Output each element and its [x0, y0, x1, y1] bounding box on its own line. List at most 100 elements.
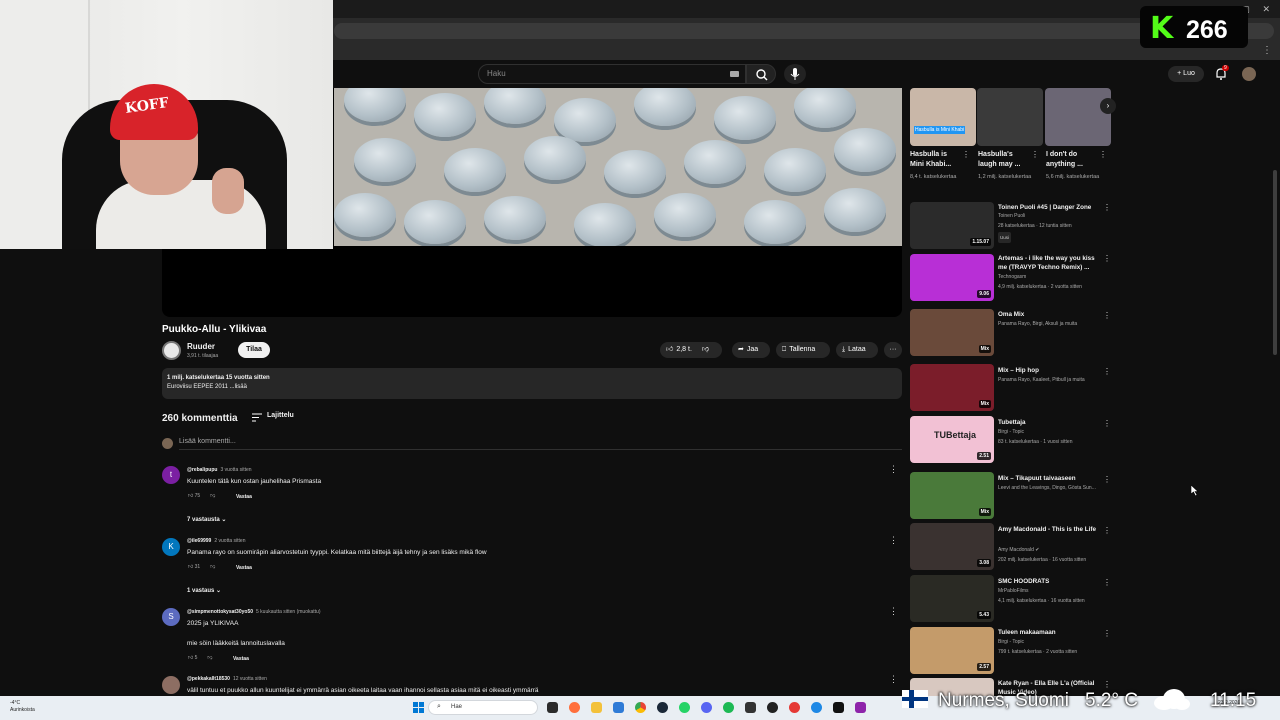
recommendation-channel[interactable]: Panama Rayo, Kaaleet, Pitbull ja muita: [998, 376, 1110, 385]
recommendation-thumbnail[interactable]: 2.57: [910, 627, 994, 674]
comment-handle[interactable]: @pekkakallt18530: [187, 676, 230, 682]
thumbs-down-icon[interactable]: 👎︎: [207, 655, 212, 661]
search-button[interactable]: [746, 64, 776, 84]
page-scrollbar[interactable]: [1273, 170, 1277, 355]
sort-icon[interactable]: [252, 413, 262, 422]
subscribe-button[interactable]: Tilaa: [238, 342, 270, 358]
whatsapp-icon[interactable]: [679, 702, 690, 713]
recommendation-menu-icon[interactable]: ⋮: [1103, 475, 1111, 484]
taskbar-search[interactable]: [428, 700, 538, 715]
steam-icon[interactable]: [657, 702, 668, 713]
recommendation-menu-icon[interactable]: ⋮: [1103, 311, 1111, 320]
mail-icon[interactable]: [613, 702, 624, 713]
recommendation-channel[interactable]: Birgi - Topic: [998, 638, 1110, 647]
channel-avatar[interactable]: [162, 341, 181, 360]
app-icon[interactable]: [767, 702, 778, 713]
short-menu-icon[interactable]: ⋮: [962, 150, 970, 159]
recommendation-title[interactable]: SMC HOODRATS: [998, 577, 1102, 586]
comment-avatar[interactable]: S: [162, 608, 180, 626]
comment-avatar[interactable]: t: [162, 466, 180, 484]
comment-author[interactable]: @ile69999 2 vuotta sitten: [187, 538, 245, 544]
comment-author[interactable]: @rebalipupu 3 vuotta sitten: [187, 467, 252, 473]
thumbs-down-icon[interactable]: 👎︎: [702, 342, 709, 358]
comment-author[interactable]: @simpmenottokysat30yo50 5 kuukautta sitte…: [187, 609, 321, 615]
recommendation-channel[interactable]: MrPabloFilms: [998, 587, 1110, 596]
comment-menu-icon[interactable]: ⋮: [889, 464, 898, 475]
description-text[interactable]: Euroviisu EEPEE 2011 ...lisää: [167, 384, 247, 390]
recommendation-channel[interactable]: Toinen Puoli: [998, 212, 1110, 221]
shorts-next-button[interactable]: ›: [1100, 98, 1116, 114]
comment-avatar[interactable]: [162, 676, 180, 694]
app-icon[interactable]: [833, 702, 844, 713]
short-thumbnail[interactable]: [1045, 88, 1111, 146]
recommendation-menu-icon[interactable]: ⋮: [1103, 629, 1111, 638]
create-button[interactable]: + Luo: [1168, 66, 1204, 82]
thumbs-up-icon[interactable]: 👍︎: [188, 655, 195, 661]
recommendation-title[interactable]: Toinen Puoli #45 | Danger Zone: [998, 203, 1102, 212]
close-window-button[interactable]: ✕: [1262, 4, 1270, 14]
keyboard-icon[interactable]: [730, 71, 739, 77]
spotify-icon[interactable]: [723, 702, 734, 713]
recommendation-thumbnail[interactable]: Mix: [910, 364, 994, 411]
comment-author[interactable]: @pekkakallt18530 12 vuotta sitten: [187, 676, 267, 682]
recommendation-menu-icon[interactable]: ⋮: [1103, 419, 1111, 428]
app-icon[interactable]: [569, 702, 580, 713]
thumbs-down-icon[interactable]: 👎︎: [210, 564, 215, 570]
recommendation-channel[interactable]: Technogasm: [998, 273, 1110, 282]
recommendation-thumbnail[interactable]: Mix: [910, 472, 994, 519]
recommendation-thumbnail[interactable]: 9.06: [910, 254, 994, 301]
recommendation-thumbnail[interactable]: Mix: [910, 309, 994, 356]
recommendation-menu-icon[interactable]: ⋮: [1103, 254, 1111, 263]
recommendation-channel[interactable]: Leevi and the Leavings, Dingo, Gösta Sun…: [998, 484, 1110, 493]
recommendation-thumbnail[interactable]: TUBettaja 2.51: [910, 416, 994, 463]
more-actions-button[interactable]: ···: [884, 342, 902, 358]
account-avatar[interactable]: [1242, 67, 1256, 81]
recommendation-title[interactable]: Mix – Hip hop: [998, 366, 1102, 375]
comment-menu-icon[interactable]: ⋮: [889, 674, 898, 685]
recommendation-thumbnail[interactable]: 5.43: [910, 575, 994, 622]
thumbs-up-icon[interactable]: 👍︎: [188, 564, 195, 570]
discord-icon[interactable]: [701, 702, 712, 713]
app-icon[interactable]: [855, 702, 866, 713]
add-comment-input[interactable]: Lisää kommentti...: [179, 438, 236, 445]
comment-menu-icon[interactable]: ⋮: [889, 535, 898, 546]
like-count[interactable]: 2,8 t.: [676, 346, 692, 353]
browser-menu-icon[interactable]: ⋮: [1262, 45, 1272, 56]
comment-handle[interactable]: @rebalipupu: [187, 467, 217, 473]
recommendation-menu-icon[interactable]: ⋮: [1103, 578, 1111, 587]
recommendation-title[interactable]: Tuleen makaamaan: [998, 628, 1102, 637]
short-title[interactable]: I don't do anything ...: [1046, 150, 1096, 170]
comment-handle[interactable]: @ile69999: [187, 538, 211, 544]
sort-comments-button[interactable]: Lajittelu: [267, 412, 294, 419]
comment-handle[interactable]: @simpmenottokysat30yo50: [187, 609, 253, 615]
thumbs-up-icon[interactable]: 👍︎: [188, 493, 195, 499]
search-input[interactable]: Haku: [478, 64, 746, 84]
short-title[interactable]: Hasbulla is Mini Khabi...: [910, 150, 960, 170]
short-menu-icon[interactable]: ⋮: [1099, 150, 1107, 159]
taskbar-weather[interactable]: -4°C Aurinkoista: [10, 700, 35, 714]
thumbs-down-icon[interactable]: 👎︎: [210, 493, 215, 499]
chrome-icon[interactable]: [635, 702, 646, 713]
recommendation-menu-icon[interactable]: ⋮: [1103, 367, 1111, 376]
thumbs-up-icon[interactable]: 👍︎: [666, 342, 673, 358]
recommendation-title[interactable]: Mix – Tikapuut taivaaseen: [998, 474, 1102, 483]
short-thumbnail[interactable]: [977, 88, 1043, 146]
recommendation-thumbnail[interactable]: 1.15.07: [910, 202, 994, 249]
view-replies-button[interactable]: 7 vastausta ⌄: [187, 516, 226, 523]
short-thumbnail[interactable]: Hasbulla is Mini Khabi: [910, 88, 976, 146]
reply-button[interactable]: Vastaa: [233, 656, 249, 662]
windows-start-icon[interactable]: [413, 702, 424, 713]
recommendation-title[interactable]: Artemas - i like the way you kiss me (TR…: [998, 254, 1102, 272]
recommendation-title[interactable]: Tubettaja: [998, 418, 1102, 427]
view-replies-button[interactable]: 1 vastaus ⌄: [187, 587, 221, 594]
recommendation-menu-icon[interactable]: ⋮: [1103, 526, 1111, 535]
recommendation-channel[interactable]: Birgi - Topic: [998, 428, 1110, 437]
recommendation-title[interactable]: Amy Macdonald - This is the Life: [998, 525, 1102, 534]
download-button[interactable]: ⤓ Lataa: [836, 342, 878, 358]
comment-menu-icon[interactable]: ⋮: [889, 606, 898, 617]
app-icon[interactable]: [745, 702, 756, 713]
save-button[interactable]: ⎕ Tallenna: [776, 342, 830, 358]
url-field[interactable]: [334, 23, 1274, 39]
recommendation-menu-icon[interactable]: ⋮: [1103, 203, 1111, 212]
recommendation-thumbnail[interactable]: 3.08: [910, 523, 994, 570]
